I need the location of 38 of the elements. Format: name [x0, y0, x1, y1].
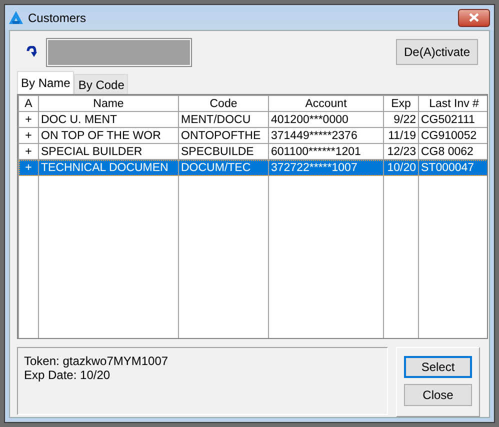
tab[interactable]: By Name	[17, 71, 74, 94]
column-header[interactable]: Last Inv #	[418, 96, 487, 112]
column-header[interactable]: Account	[268, 96, 384, 112]
table-row[interactable]: + ON TOP OF THE WOR ONTOPOFTHE 371449*****2376 11/19 CG910052	[18, 128, 487, 144]
tab[interactable]: By Code	[74, 74, 128, 94]
table-cell: MENT/DOCU	[178, 112, 268, 128]
column-header[interactable]: A	[18, 96, 38, 112]
detail-text: Token: gtazkwo7MYM1007	[24, 354, 170, 368]
redo-arrow-icon[interactable]	[26, 46, 37, 58]
table-cell: +	[18, 128, 38, 144]
table-cell: +	[18, 160, 38, 176]
table-cell: 401200***0000	[268, 112, 384, 128]
table-row[interactable]: + DOC U. MENT MENT/DOCU 401200***0000 9/22 CG502111	[18, 112, 487, 128]
table-cell: DOCUM/TEC	[178, 160, 268, 176]
table-cell: 11/19	[384, 128, 418, 144]
column-header[interactable]: Exp	[384, 96, 418, 112]
table-cell: TECHNICAL DOCUMEN	[38, 160, 178, 176]
column-header[interactable]: Code	[178, 96, 268, 112]
close-icon[interactable]	[458, 8, 490, 26]
table-cell: 10/20	[384, 160, 418, 176]
search-field[interactable]	[47, 38, 191, 66]
table-cell: 371449*****2376	[268, 128, 384, 144]
deactivate-button[interactable]: De(A)ctivate	[396, 39, 478, 65]
detail-text: Exp Date: 10/20	[24, 368, 112, 382]
table-cell: ONTOPOFTHE	[178, 128, 268, 144]
table-cell: 9/22	[384, 112, 418, 128]
table-cell: ST000047	[418, 160, 487, 176]
select-button[interactable]: Select	[404, 356, 472, 378]
close-button[interactable]: Close	[404, 384, 472, 406]
table-cell: +	[18, 144, 38, 160]
table-row[interactable]: + TECHNICAL DOCUMEN DOCUM/TEC 372722*****1007 10/20 ST000047	[18, 160, 487, 176]
table-cell: +	[18, 112, 38, 128]
table-cell: ON TOP OF THE WOR	[38, 128, 178, 144]
app-logo-icon	[9, 11, 23, 24]
column-header[interactable]: Name	[38, 96, 178, 112]
table-cell: 372722*****1007	[268, 160, 384, 176]
table-cell: DOC U. MENT	[38, 112, 178, 128]
window-title: Customers	[28, 10, 86, 26]
